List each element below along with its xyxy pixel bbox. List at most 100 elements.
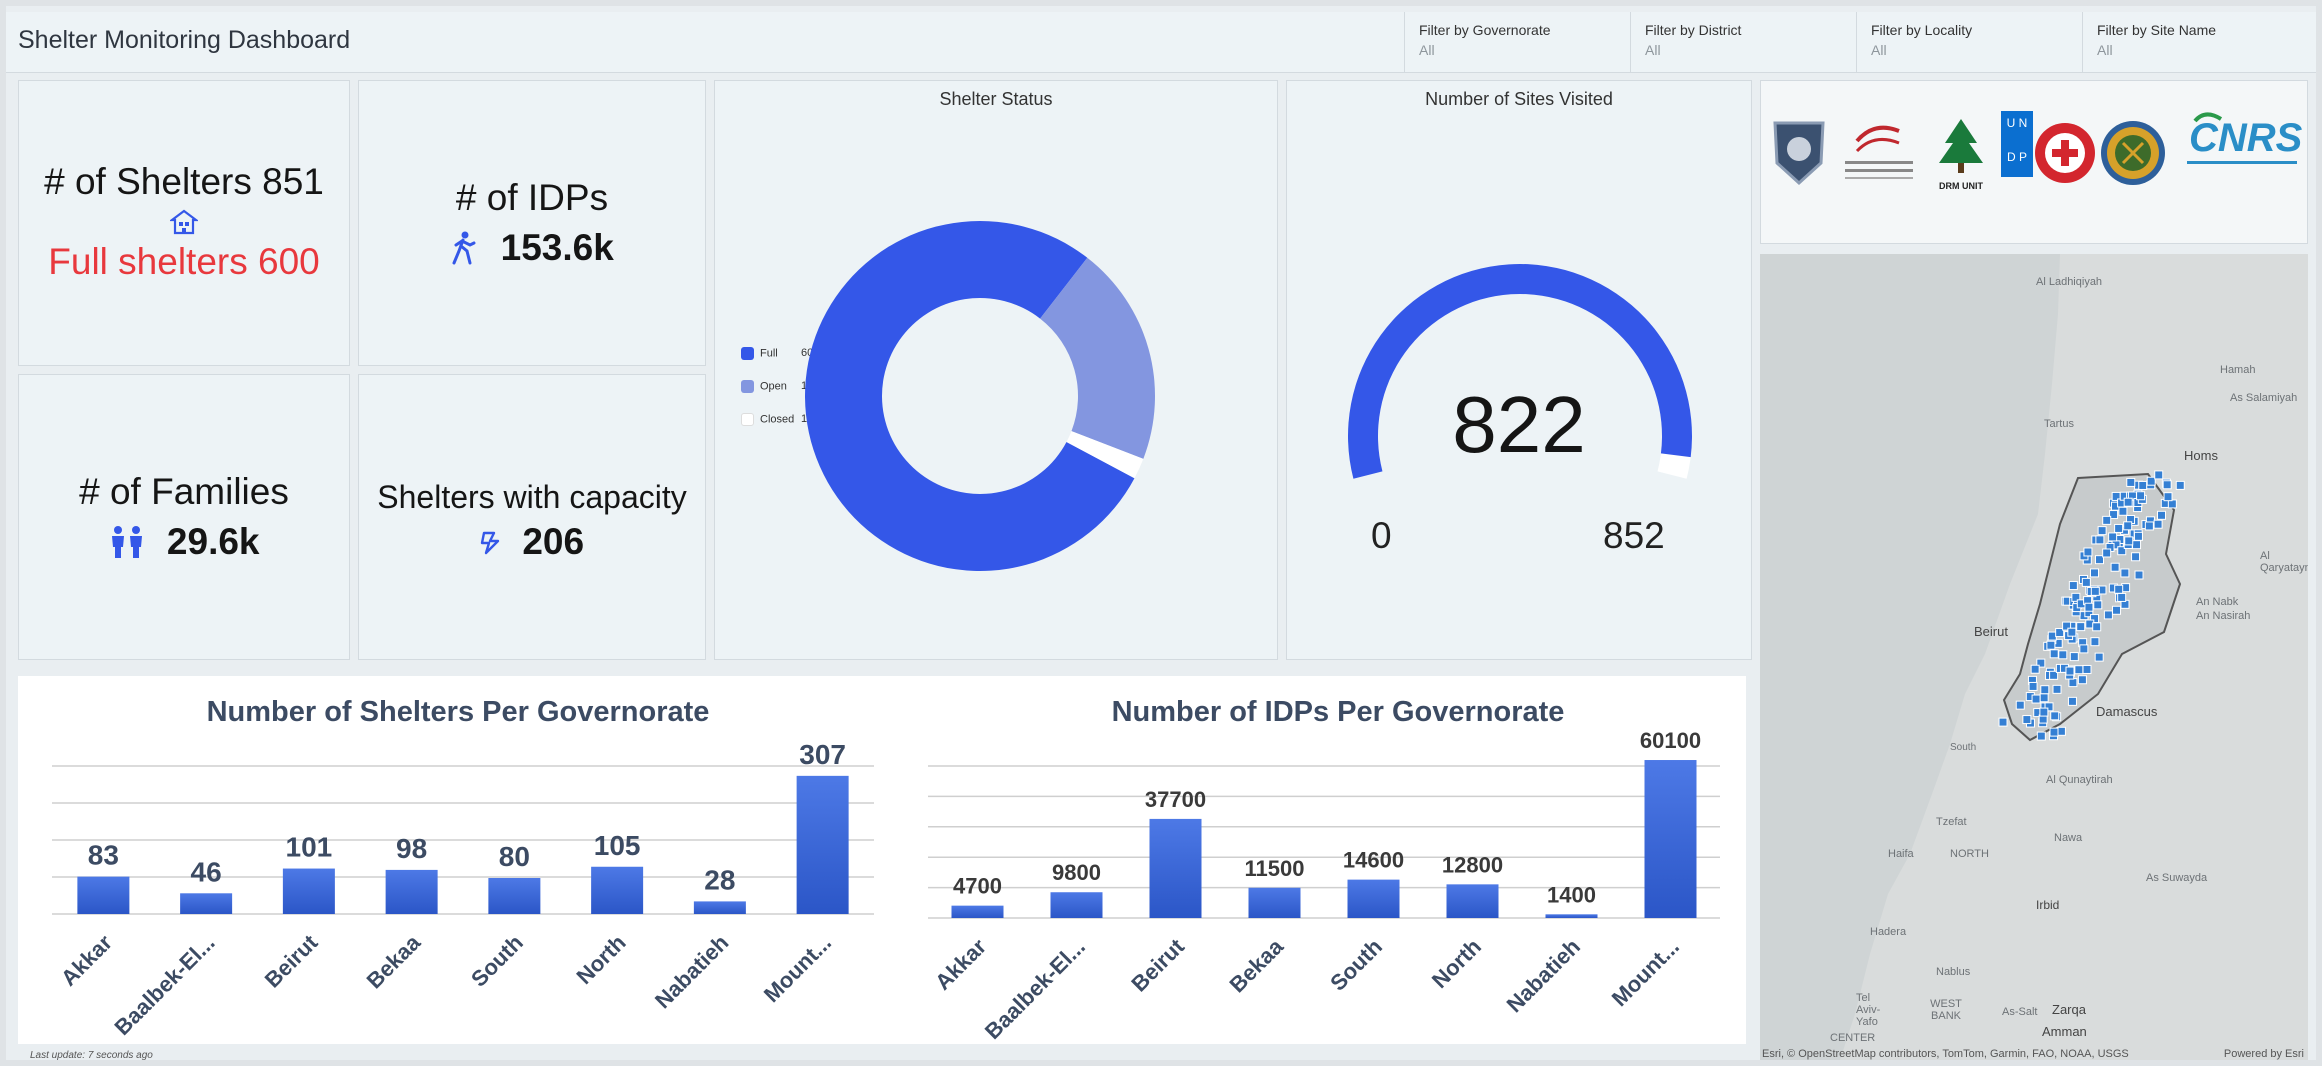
- map-label: Nablus: [1936, 966, 1971, 978]
- site-marker: [2133, 531, 2143, 541]
- bar-value-label: 60100: [1640, 728, 1701, 753]
- map-label: As-Salt: [2002, 1006, 2038, 1018]
- bar: [1545, 914, 1598, 918]
- site-marker: [2108, 532, 2118, 542]
- site-marker: [2036, 731, 2046, 741]
- category-tick-label: Mount...: [759, 930, 836, 1007]
- site-marker: [2136, 491, 2146, 501]
- map-label: An Nasirah: [2196, 610, 2251, 622]
- bar: [693, 901, 746, 914]
- map-label: Al Qaryatayn: [2260, 550, 2308, 574]
- bar-value-label: 12800: [1442, 852, 1503, 877]
- donut-chart[interactable]: [715, 81, 1279, 661]
- sites-visited-panel: Number of Sites Visited 822 0 852: [1286, 80, 1752, 660]
- site-marker: [2126, 477, 2136, 487]
- site-marker: [2076, 622, 2086, 632]
- filter-value: All: [2097, 42, 2113, 58]
- filter-locality[interactable]: Filter by Locality All: [1856, 12, 2081, 72]
- svg-text:CNRS: CNRS: [2189, 116, 2303, 160]
- red-cross-logo: [2035, 123, 2095, 183]
- site-marker: [2118, 506, 2128, 516]
- families-card: # of Families 29.6k: [18, 374, 350, 660]
- full-shelters-label: Full shelters 600: [48, 241, 320, 282]
- site-marker: [2146, 476, 2156, 486]
- filter-site-name[interactable]: Filter by Site Name All: [2082, 12, 2307, 72]
- cnrs-logo: CNRS: [2187, 112, 2303, 164]
- bar: [951, 905, 1004, 918]
- site-marker: [2030, 664, 2040, 674]
- bar-value-label: 1400: [1547, 882, 1596, 907]
- map-view[interactable]: Al Ladhiqiyah Hamah As Salamiyah Tartus …: [1760, 254, 2308, 1060]
- site-marker: [2015, 700, 2025, 710]
- filter-value: All: [1419, 42, 1435, 58]
- map-powered-by[interactable]: Powered by Esri: [2224, 1048, 2304, 1060]
- site-marker: [2123, 521, 2133, 531]
- bar-value-label: 105: [594, 830, 641, 861]
- bar-value-label: 14600: [1343, 848, 1404, 873]
- bar: [1149, 818, 1202, 918]
- bar: [796, 775, 849, 914]
- site-marker: [2131, 552, 2141, 562]
- filter-label: Filter by Governorate: [1419, 22, 1551, 38]
- map-label: Tartus: [2044, 418, 2074, 430]
- map-label: Al Ladhiqiyah: [2036, 276, 2103, 288]
- category-tick-label: Mount...: [1607, 934, 1684, 1011]
- site-marker: [2068, 678, 2078, 688]
- site-marker: [2047, 631, 2057, 641]
- partner-logos: DRM UNIT U N D P CNRS: [1773, 111, 2303, 191]
- map-label: Irbid: [2036, 898, 2060, 912]
- category-tick-label: South: [466, 930, 528, 992]
- site-marker: [2074, 665, 2084, 675]
- gauge-max: 852: [1603, 515, 1665, 556]
- site-marker: [2049, 649, 2059, 659]
- map-label: Damascus: [2096, 704, 2158, 719]
- site-marker: [2112, 605, 2122, 615]
- bar-value-label: 37700: [1145, 787, 1206, 812]
- map-label: Nawa: [2054, 832, 2083, 844]
- filter-label: Filter by Locality: [1871, 22, 1973, 38]
- bar: [1248, 887, 1301, 918]
- bar: [180, 893, 233, 914]
- ministry-logo: [1845, 125, 1913, 179]
- page-title: Shelter Monitoring Dashboard: [18, 26, 351, 54]
- site-marker: [2067, 627, 2077, 637]
- map-label: WEST BANK: [1930, 998, 1962, 1022]
- bar-value-label: 4700: [953, 874, 1002, 899]
- bar: [282, 868, 335, 914]
- site-marker: [2031, 694, 2041, 704]
- site-marker: [2028, 681, 2038, 691]
- capacity-card: Shelters with capacity 206: [358, 374, 706, 660]
- category-tick-label: Baalbek-El...: [980, 934, 1090, 1044]
- bar: [1347, 879, 1400, 918]
- filter-district[interactable]: Filter by District All: [1630, 12, 1855, 72]
- site-marker: [2039, 707, 2049, 717]
- capacity-label: Shelters with capacity: [377, 479, 687, 515]
- site-marker: [2068, 581, 2078, 591]
- site-marker: [2153, 519, 2163, 529]
- site-marker: [2049, 727, 2059, 737]
- site-marker: [2084, 602, 2094, 612]
- map-label: Zarqa: [2052, 1002, 2086, 1017]
- site-marker: [2134, 570, 2144, 580]
- families-value: 29.6k: [166, 521, 260, 562]
- category-tick-label: Baalbek-El...: [109, 930, 219, 1040]
- site-marker: [2120, 568, 2130, 578]
- site-marker: [2058, 650, 2068, 660]
- map-label: Homs: [2184, 448, 2218, 463]
- filter-value: All: [1871, 42, 1887, 58]
- site-marker: [2110, 562, 2120, 572]
- site-marker: [2144, 521, 2154, 531]
- svg-text:DRM UNIT: DRM UNIT: [1939, 181, 1983, 191]
- category-tick-label: Akkar: [930, 934, 991, 995]
- map-label: Beirut: [1974, 624, 2008, 639]
- filter-governorate[interactable]: Filter by Governorate All: [1404, 12, 1629, 72]
- bar: [488, 878, 541, 914]
- category-tick-label: Bekaa: [1225, 933, 1289, 997]
- site-marker: [2065, 666, 2075, 676]
- shelters-count-label: # of Shelters 851: [44, 161, 324, 202]
- bar-value-label: 46: [191, 856, 222, 887]
- header-bar: Shelter Monitoring Dashboard Filter by G…: [6, 12, 2316, 73]
- site-marker: [2097, 526, 2107, 536]
- bar: [77, 876, 130, 914]
- site-marker: [2124, 536, 2134, 546]
